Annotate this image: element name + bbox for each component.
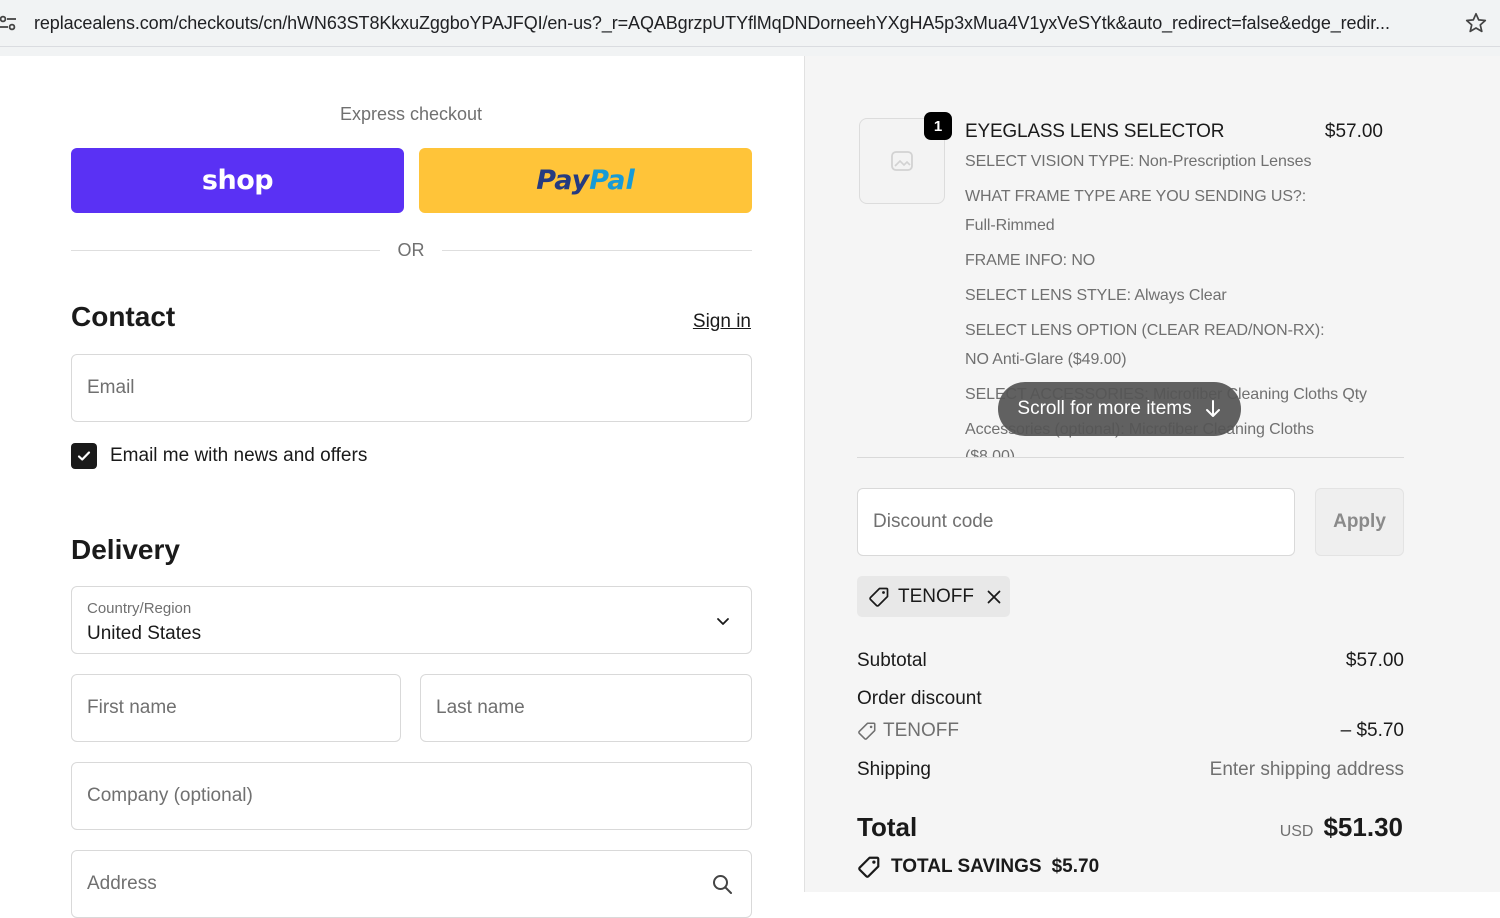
shipping-value: Enter shipping address	[1209, 759, 1404, 780]
browser-address-bar[interactable]: replacealens.com/checkouts/cn/hWN63ST8Kk…	[0, 0, 1500, 47]
total-value: $51.30	[1323, 812, 1403, 842]
tag-icon	[858, 856, 880, 878]
discount-code-name: TENOFF	[883, 720, 959, 741]
image-placeholder-icon	[891, 151, 913, 171]
quantity-badge: 1	[924, 112, 952, 140]
email-field[interactable]: Email	[71, 354, 752, 422]
last-name-field[interactable]: Last name	[420, 674, 752, 742]
country-value: United States	[87, 623, 202, 644]
applied-code-label: TENOFF	[898, 585, 974, 607]
applied-discount-chip: TENOFF	[857, 576, 1010, 617]
product-option: Full-Rimmed	[965, 217, 1055, 234]
paypal-button[interactable]: Pay Pal	[419, 148, 752, 213]
checkout-form-column: Express checkout shop Pay Pal OR Contact …	[0, 56, 804, 918]
order-discount-label: Order discount	[857, 688, 982, 709]
subtotal-label: Subtotal	[857, 650, 927, 671]
chevron-down-icon	[717, 618, 729, 625]
tag-icon	[869, 587, 889, 607]
newsletter-option[interactable]: Email me with news and offers	[71, 443, 367, 469]
delivery-heading: Delivery	[71, 534, 180, 565]
last-name-placeholder: Last name	[436, 697, 525, 718]
product-title: EYEGLASS LENS SELECTOR	[965, 121, 1225, 142]
product-option: SELECT LENS STYLE: Always Clear	[965, 287, 1227, 304]
order-discount-row: Order discount	[857, 688, 1404, 710]
total-savings-row: TOTAL SAVINGS $5.70	[857, 855, 1099, 879]
product-option: FRAME INFO: NO	[965, 252, 1096, 269]
divider-line	[442, 250, 752, 251]
arrow-down-icon	[1205, 400, 1220, 417]
product-option: NO Anti-Glare ($49.00)	[965, 351, 1127, 368]
country-select[interactable]: Country/Region United States	[71, 586, 752, 654]
apply-discount-button[interactable]: Apply	[1315, 488, 1404, 556]
browser-toolbar-divider	[0, 47, 1500, 56]
scroll-hint-label: Scroll for more items	[1017, 398, 1192, 419]
savings-value: $5.70	[1051, 856, 1100, 877]
site-info-icon[interactable]	[0, 0, 22, 47]
paypal-label-part1: Pay	[536, 165, 590, 196]
tag-icon	[858, 722, 876, 740]
newsletter-checkbox[interactable]	[71, 443, 97, 469]
sign-in-link[interactable]: Sign in	[693, 311, 751, 333]
discount-placeholder: Discount code	[873, 511, 994, 532]
product-price: $57.00	[1324, 121, 1383, 142]
newsletter-label: Email me with news and offers	[110, 445, 368, 466]
checkmark-icon	[77, 451, 91, 461]
product-option: ($8.00)	[965, 448, 1015, 458]
order-summary-column: 1 EYEGLASS LENS SELECTOR $57.00 SELECT V…	[804, 56, 1500, 892]
savings-label: TOTAL SAVINGS	[891, 856, 1042, 877]
scroll-for-more-button[interactable]: Scroll for more items	[998, 382, 1241, 436]
close-icon[interactable]	[986, 589, 1002, 605]
discount-value: – $5.70	[1340, 720, 1404, 741]
email-placeholder: Email	[87, 377, 135, 398]
first-name-placeholder: First name	[87, 697, 177, 718]
address-field[interactable]: Address	[71, 850, 752, 918]
or-divider: OR	[71, 238, 752, 262]
contact-heading: Contact	[71, 301, 176, 332]
currency-code: USD	[1279, 823, 1314, 840]
discount-code-tag: TENOFF	[857, 720, 959, 742]
shipping-row: Shipping Enter shipping address	[857, 759, 1404, 781]
company-field[interactable]: Company (optional)	[71, 762, 752, 830]
subtotal-value: $57.00	[1345, 650, 1404, 671]
country-label: Country/Region	[87, 600, 192, 617]
first-name-field[interactable]: First name	[71, 674, 401, 742]
or-label: OR	[397, 240, 425, 260]
company-placeholder: Company (optional)	[87, 785, 253, 806]
subtotal-row: Subtotal $57.00	[857, 650, 1404, 672]
product-option: SELECT LENS OPTION (CLEAR READ/NON-RX):	[965, 322, 1325, 339]
express-checkout-title: Express checkout	[339, 104, 483, 124]
shop-pay-label: shop	[201, 165, 274, 196]
shop-pay-button[interactable]: shop	[71, 148, 404, 213]
product-option: SELECT VISION TYPE: Non-Prescription Len…	[965, 153, 1312, 170]
url-text[interactable]: replacealens.com/checkouts/cn/hWN63ST8Kk…	[34, 13, 1452, 34]
bookmark-star-icon[interactable]	[1464, 11, 1488, 35]
divider-line	[71, 250, 380, 251]
discount-code-field[interactable]: Discount code	[857, 488, 1295, 556]
paypal-label-part2: Pal	[589, 165, 635, 196]
total-label: Total	[857, 812, 918, 842]
total-value-group: USD $51.30	[1280, 812, 1403, 843]
shipping-label: Shipping	[857, 759, 931, 780]
discount-code-row: TENOFF – $5.70	[857, 720, 1404, 747]
product-option: WHAT FRAME TYPE ARE YOU SENDING US?:	[965, 188, 1307, 205]
